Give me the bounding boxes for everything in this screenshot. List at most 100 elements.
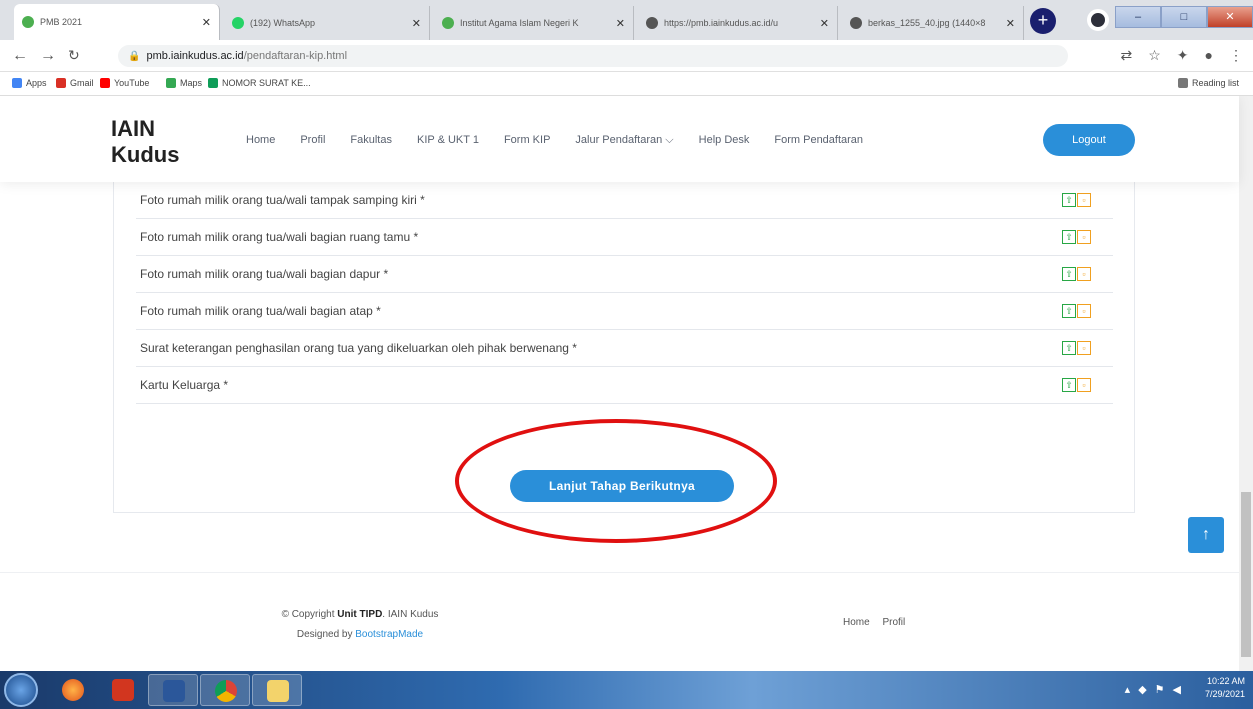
scrollbar-thumb[interactable] xyxy=(1241,492,1251,657)
bookmark-nomor-surat[interactable]: NOMOR SURAT KE... xyxy=(208,78,311,88)
close-tab-icon[interactable]: ✕ xyxy=(820,17,829,30)
system-clock[interactable]: 10:22 AM 7/29/2021 xyxy=(1205,675,1245,701)
windows-taskbar: ▴ ◆ ⚑ ◀ 10:22 AM 7/29/2021 xyxy=(0,671,1253,709)
logo-line-1: IAIN xyxy=(111,116,155,141)
extensions-icon[interactable]: ✦ xyxy=(1177,47,1189,64)
bookmark-label: Gmail xyxy=(70,78,94,88)
delete-icon[interactable]: ▫ xyxy=(1077,378,1091,392)
bookmark-maps[interactable]: Maps xyxy=(166,78,202,88)
tab-berkas-jpg[interactable]: berkas_1255_40.jpg (1440×8 ✕ xyxy=(842,6,1024,40)
close-tab-icon[interactable]: ✕ xyxy=(202,16,211,29)
upload-icon[interactable]: ⇧ xyxy=(1062,230,1076,244)
bookmark-label: NOMOR SURAT KE... xyxy=(222,78,311,88)
chrome-icon xyxy=(215,680,237,702)
document-label: Kartu Keluarga * xyxy=(140,378,229,392)
close-tab-icon[interactable]: ✕ xyxy=(1006,17,1015,30)
delete-icon[interactable]: ▫ xyxy=(1077,304,1091,318)
tab-pmb-url[interactable]: https://pmb.iainkudus.ac.id/u ✕ xyxy=(638,6,838,40)
document-row: Foto rumah milik orang tua/wali bagian r… xyxy=(136,219,1113,256)
tab-institut[interactable]: Institut Agama Islam Negeri K ✕ xyxy=(434,6,634,40)
maximize-icon[interactable]: □ xyxy=(1161,6,1207,28)
reading-list-label: Reading list xyxy=(1192,78,1240,88)
upload-icon[interactable]: ⇧ xyxy=(1062,378,1076,392)
taskbar-word[interactable] xyxy=(148,674,198,706)
upload-icon[interactable]: ⇧ xyxy=(1062,341,1076,355)
tab-whatsapp[interactable]: (192) WhatsApp ✕ xyxy=(224,6,430,40)
nav-kip-ukt[interactable]: KIP & UKT 1 xyxy=(417,134,479,147)
globe-icon xyxy=(646,17,658,29)
new-tab-button[interactable]: + xyxy=(1030,8,1056,34)
bookmark-label: YouTube xyxy=(114,78,150,88)
nav-jalur-pendaftaran[interactable]: Jalur Pendaftaran ⌵ xyxy=(575,134,673,147)
tray-flag-icon[interactable]: ⚑ xyxy=(1155,683,1165,696)
tray-expand-icon[interactable]: ▴ xyxy=(1125,683,1131,696)
footer-link-home[interactable]: Home xyxy=(843,617,870,628)
start-button[interactable] xyxy=(4,673,38,707)
menu-dots-icon[interactable]: ⋮ xyxy=(1229,47,1243,64)
document-row: Kartu Keluarga * ⇧ ▫ xyxy=(136,367,1113,404)
lock-icon: 🔒 xyxy=(128,51,141,62)
upload-icon[interactable]: ⇧ xyxy=(1062,193,1076,207)
favicon-icon xyxy=(232,17,244,29)
translate-icon[interactable]: ⇄ xyxy=(1121,47,1133,64)
site-footer: © Copyright Unit TIPD. IAIN Kudus Design… xyxy=(0,572,1239,671)
profile-avatar-icon[interactable] xyxy=(1087,9,1109,31)
taskbar-app-red[interactable] xyxy=(98,674,148,706)
minimize-icon[interactable]: – xyxy=(1115,6,1161,28)
star-icon[interactable]: ☆ xyxy=(1148,47,1161,64)
close-tab-icon[interactable]: ✕ xyxy=(616,17,625,30)
logo-line-2: Kudus xyxy=(111,142,180,167)
nav-profil[interactable]: Profil xyxy=(300,134,325,147)
bookmark-label: Apps xyxy=(26,78,47,88)
logout-button[interactable]: Logout xyxy=(1043,124,1135,156)
window-close-icon[interactable]: ✕ xyxy=(1207,6,1253,28)
browser-toolbar-icons: ⇄ ☆ ✦ ● ⋮ xyxy=(1121,47,1244,64)
site-logo[interactable]: IAIN Kudus xyxy=(111,116,179,168)
bookmark-apps[interactable]: Apps xyxy=(12,78,47,88)
delete-icon[interactable]: ▫ xyxy=(1077,341,1091,355)
copyright-prefix: © Copyright xyxy=(281,609,338,620)
clock-date: 7/29/2021 xyxy=(1204,689,1245,699)
nav-form-pendaftaran[interactable]: Form Pendaftaran xyxy=(774,134,863,147)
upload-icon[interactable]: ⇧ xyxy=(1062,304,1076,318)
document-row: Foto rumah milik orang tua/wali tampak s… xyxy=(136,182,1113,219)
designer-link[interactable]: BootstrapMade xyxy=(355,629,423,640)
page-viewport: IAIN Kudus Home Profil Fakultas KIP & UK… xyxy=(0,96,1253,671)
office-icon xyxy=(112,679,134,701)
document-label: Foto rumah milik orang tua/wali tampak s… xyxy=(140,193,425,207)
forward-arrow-icon[interactable]: → xyxy=(40,47,56,65)
url-path: /pendaftaran-kip.html xyxy=(243,50,348,62)
taskbar-firefox[interactable] xyxy=(48,674,98,706)
tray-network-icon[interactable]: ◆ xyxy=(1138,683,1146,696)
taskbar-chrome[interactable] xyxy=(200,674,250,706)
favicon-icon xyxy=(442,17,454,29)
globe-icon xyxy=(850,17,862,29)
bookmark-youtube[interactable]: YouTube xyxy=(100,78,149,88)
maps-pin-icon xyxy=(166,78,176,88)
tray-volume-icon[interactable]: ◀ xyxy=(1173,683,1181,696)
back-to-top-button[interactable]: ↑ xyxy=(1188,517,1224,553)
extension-pmb-icon[interactable]: ● xyxy=(1205,47,1213,64)
delete-icon[interactable]: ▫ xyxy=(1077,230,1091,244)
designed-by-label: Designed by xyxy=(296,629,356,640)
footer-link-profil[interactable]: Profil xyxy=(882,617,905,628)
delete-icon[interactable]: ▫ xyxy=(1077,193,1091,207)
bookmark-gmail[interactable]: Gmail xyxy=(56,78,94,88)
footer-links: Home Profil xyxy=(843,617,915,628)
nav-form-kip[interactable]: Form KIP xyxy=(504,134,550,147)
nav-help-desk[interactable]: Help Desk xyxy=(699,134,750,147)
reading-list[interactable]: Reading list xyxy=(1178,78,1239,88)
upload-icon[interactable]: ⇧ xyxy=(1062,267,1076,281)
url-field[interactable]: 🔒 pmb.iainkudus.ac.id/pendaftaran-kip.htm… xyxy=(118,45,1068,67)
nav-fakultas[interactable]: Fakultas xyxy=(350,134,392,147)
reload-icon[interactable]: ↻ xyxy=(68,47,80,64)
delete-icon[interactable]: ▫ xyxy=(1077,267,1091,281)
tab-pmb-2021[interactable]: PMB 2021 ✕ xyxy=(14,4,220,40)
taskbar-explorer[interactable] xyxy=(252,674,302,706)
nav-home[interactable]: Home xyxy=(246,134,275,147)
site-header: IAIN Kudus Home Profil Fakultas KIP & UK… xyxy=(0,96,1239,182)
back-arrow-icon[interactable]: ← xyxy=(12,47,28,65)
document-label: Foto rumah milik orang tua/wali bagian d… xyxy=(140,267,389,281)
window-controls: – □ ✕ xyxy=(1115,6,1253,30)
close-tab-icon[interactable]: ✕ xyxy=(412,17,421,30)
